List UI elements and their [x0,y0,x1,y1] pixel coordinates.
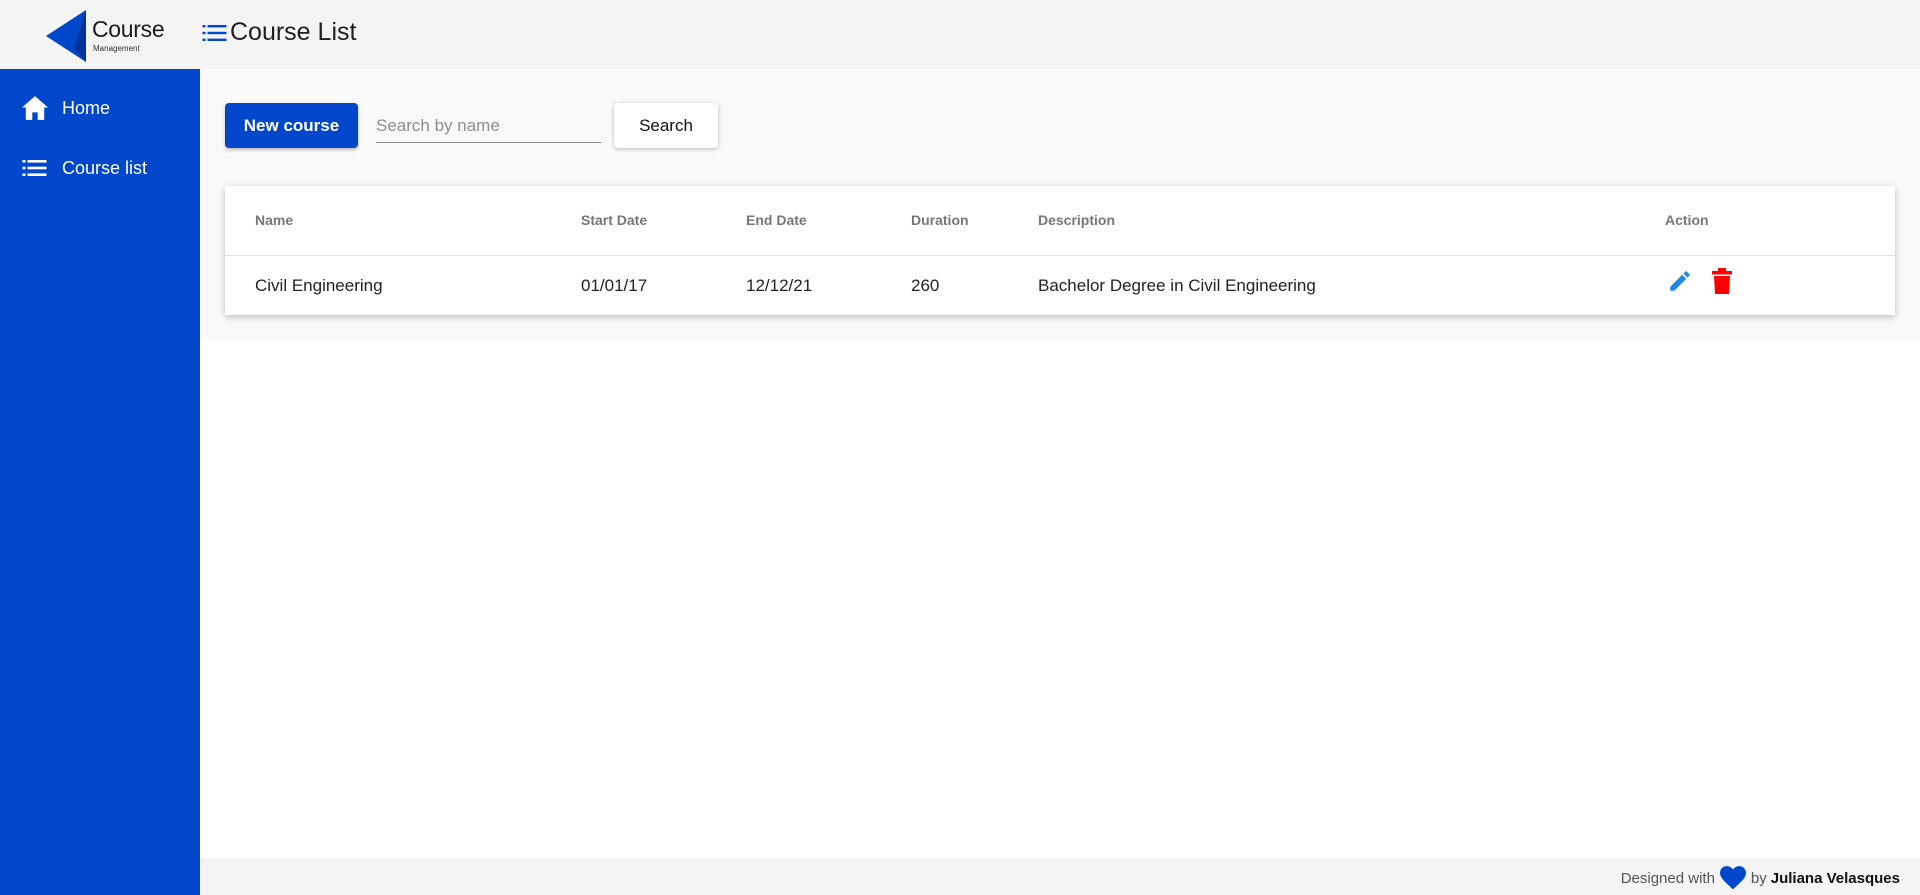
sidebar-item-course-list[interactable]: Course list [0,143,200,193]
page-heading: Course List [202,18,356,47]
column-header-duration[interactable]: Duration [911,212,969,228]
pencil-icon [1670,271,1690,291]
app-logo[interactable]: Course Management [44,6,165,64]
footer: Designed with by Juliana Velasques [200,858,1920,895]
list-icon [202,24,227,41]
column-header-start-date[interactable]: Start Date [581,212,647,228]
heart-icon [1719,866,1746,890]
column-header-name[interactable]: Name [255,212,293,228]
cell-name: Civil Engineering [255,276,383,295]
column-header-action: Action [1665,212,1709,228]
course-table: Name Start Date End Date Duration Descri… [225,186,1895,315]
table-header: Name Start Date End Date Duration Descri… [225,186,1895,256]
column-header-description[interactable]: Description [1038,212,1115,228]
footer-author: Juliana Velasques [1770,869,1900,887]
edit-button[interactable] [1667,268,1693,299]
search-button[interactable]: Search [614,103,718,148]
logo-subtitle: Management [93,44,140,53]
delete-button[interactable] [1710,268,1734,299]
logo-triangle-icon [46,10,86,62]
main-content: New course Search Name Start Date End Da… [200,69,1920,340]
top-bar: Course Management Course List [0,0,1920,69]
sidebar-item-label: Course list [62,157,148,178]
sidebar-item-home[interactable]: Home [0,83,200,133]
logo-title: Course [92,16,165,42]
cell-description: Bachelor Degree in Civil Engineering [1038,276,1316,295]
sidebar: Home Course list [0,69,200,895]
home-icon [22,96,48,120]
footer-prefix: Designed with [1620,869,1715,887]
cell-duration: 260 [911,276,940,295]
footer-connector: by [1750,869,1767,887]
footer-credit: Designed with by Juliana Velasques [1621,866,1900,890]
trash-icon [1712,268,1732,294]
column-header-end-date[interactable]: End Date [746,212,807,228]
cell-end-date: 12/12/21 [746,276,813,295]
search-input[interactable] [376,109,601,143]
table-row: Civil Engineering 01/01/17 12/12/21 260 … [225,256,1895,315]
sidebar-item-label: Home [62,97,111,118]
new-course-button[interactable]: New course [225,103,358,148]
list-icon [22,160,47,176]
cell-start-date: 01/01/17 [581,276,648,295]
page-title: Course List [230,18,357,46]
